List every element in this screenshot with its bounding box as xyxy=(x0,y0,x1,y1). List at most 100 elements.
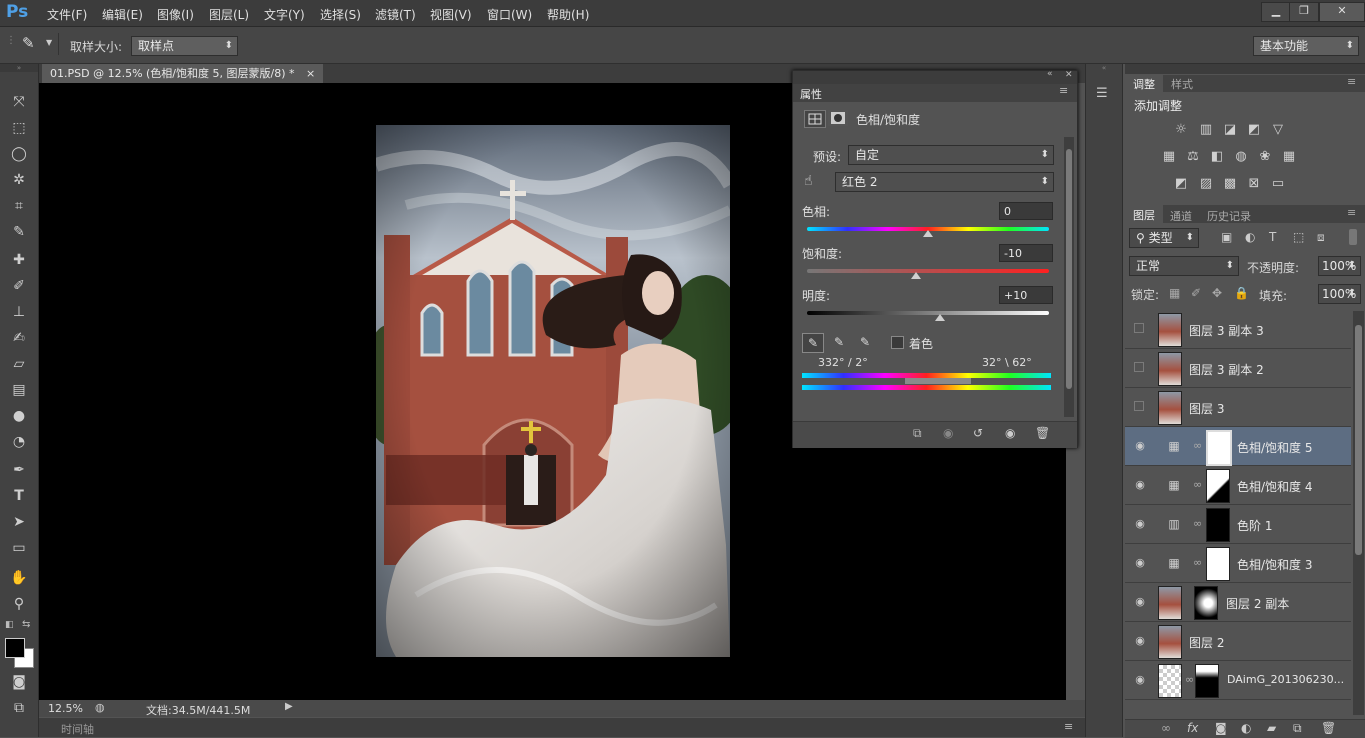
lightness-input[interactable]: +10 xyxy=(999,286,1053,304)
vibrance-icon[interactable]: ▽ xyxy=(1270,122,1286,138)
new-layer-icon[interactable]: ⧉ xyxy=(1293,721,1302,736)
photo[interactable] xyxy=(376,125,730,657)
properties-dock-icon[interactable]: ☰ xyxy=(1096,86,1114,104)
delete-icon[interactable]: 🗑 xyxy=(1035,426,1050,440)
new-group-icon[interactable]: ▰ xyxy=(1267,721,1276,735)
layer-row-selected[interactable]: ◉ ▦ ∞ 色相/饱和度 5 xyxy=(1125,427,1351,466)
eraser-tool-icon[interactable]: ▱ xyxy=(9,354,29,374)
eye-icon[interactable]: ◉ xyxy=(1133,478,1147,492)
layer-row[interactable]: ◉ ▥ ∞ 色阶 1 xyxy=(1125,505,1351,544)
brush-tool-icon[interactable]: ✐ xyxy=(9,276,29,296)
eyedropper-minus-icon[interactable]: ✎ xyxy=(855,333,875,351)
layers-scrollbar[interactable] xyxy=(1353,311,1364,715)
marquee-tool-icon[interactable]: ⬚ xyxy=(9,118,29,138)
sample-size-select[interactable]: 取样点 xyxy=(131,36,238,56)
visibility-toggle-off[interactable] xyxy=(1134,323,1144,333)
zoom-tool-icon[interactable]: ⚲ xyxy=(9,594,29,614)
filter-pixel-icon[interactable]: ▣ xyxy=(1221,230,1232,244)
filter-shape-icon[interactable]: ⬚ xyxy=(1293,230,1304,244)
layer-name[interactable]: 图层 2 副本 xyxy=(1226,595,1289,612)
gradient-map-icon[interactable]: ▭ xyxy=(1270,176,1286,192)
pen-tool-icon[interactable]: ✒ xyxy=(9,460,29,480)
menu-help[interactable]: 帮助(H) xyxy=(547,6,589,23)
lightness-slider[interactable] xyxy=(807,311,1049,315)
reset-icon[interactable]: ↺ xyxy=(973,426,983,440)
status-menu-arrow-icon[interactable]: ▶ xyxy=(285,701,293,712)
preset-select[interactable]: 自定 xyxy=(848,145,1054,165)
layer-row[interactable]: ◉ 图层 2 副本 xyxy=(1125,583,1351,622)
black-white-icon[interactable]: ◧ xyxy=(1209,149,1225,165)
hue-slider-thumb[interactable] xyxy=(923,230,933,237)
eye-icon[interactable]: ◉ xyxy=(1133,634,1147,648)
layer-name[interactable]: 图层 3 副本 2 xyxy=(1189,361,1264,378)
chain-link-icon[interactable]: ∞ xyxy=(1193,478,1202,491)
posterize-icon[interactable]: ▨ xyxy=(1198,176,1214,192)
layer-name[interactable]: 色相/饱和度 4 xyxy=(1237,478,1313,495)
hue-input[interactable]: 0 xyxy=(999,202,1053,220)
layer-name[interactable]: DAimG_201306230... xyxy=(1227,673,1344,686)
hue-saturation-icon[interactable]: ▦ xyxy=(1161,149,1177,165)
chevron-down-icon[interactable]: ▼ xyxy=(46,38,52,47)
layer-mask-thumbnail[interactable] xyxy=(1206,430,1232,466)
layer-mask-thumbnail[interactable] xyxy=(1195,664,1219,698)
mask-icon[interactable] xyxy=(828,110,848,126)
menu-layer[interactable]: 图层(L) xyxy=(209,6,249,23)
adjustment-icon[interactable] xyxy=(804,110,826,128)
saturation-input[interactable]: -10 xyxy=(999,244,1053,262)
menu-type[interactable]: 文字(Y) xyxy=(264,6,305,23)
path-selection-tool-icon[interactable]: ➤ xyxy=(9,512,29,532)
link-layers-icon[interactable]: ∞ xyxy=(1161,721,1171,735)
tab-history[interactable]: 历史记录 xyxy=(1207,208,1251,224)
move-tool-icon[interactable]: ⤧ xyxy=(9,92,29,112)
invert-icon[interactable]: ◩ xyxy=(1173,176,1189,192)
stamp-tool-icon[interactable]: ⊥ xyxy=(9,302,29,322)
history-brush-tool-icon[interactable]: ✍ xyxy=(9,328,29,348)
healing-brush-tool-icon[interactable]: ✚ xyxy=(9,250,29,270)
layer-mask-thumbnail[interactable] xyxy=(1206,469,1230,503)
lasso-tool-icon[interactable]: ◯ xyxy=(9,144,29,164)
visibility-icon[interactable]: ◉ xyxy=(1005,426,1015,440)
chain-link-icon[interactable]: ∞ xyxy=(1185,673,1194,686)
lock-position-icon[interactable]: ✥ xyxy=(1212,286,1222,300)
filter-type-icon[interactable]: T xyxy=(1269,230,1276,244)
collapse-panel-icon[interactable]: « xyxy=(1047,69,1053,79)
filter-toggle[interactable] xyxy=(1349,229,1357,245)
chain-link-icon[interactable]: ∞ xyxy=(1193,556,1202,569)
layer-row[interactable]: 图层 3 xyxy=(1125,388,1351,427)
tab-layers[interactable]: 图层 xyxy=(1125,205,1163,225)
saturation-slider-thumb[interactable] xyxy=(910,272,921,279)
add-mask-icon[interactable]: ◙ xyxy=(1215,721,1227,735)
eyedropper-tool-icon[interactable]: ✎ xyxy=(9,222,29,242)
layer-name[interactable]: 图层 2 xyxy=(1189,634,1224,651)
layer-row[interactable]: ◉ ∞ DAimG_201306230... xyxy=(1125,661,1351,700)
layer-name[interactable]: 色相/饱和度 5 xyxy=(1237,439,1313,456)
visibility-toggle-off[interactable] xyxy=(1134,401,1144,411)
menu-filter[interactable]: 滤镜(T) xyxy=(375,6,416,23)
opacity-input[interactable]: 100% xyxy=(1318,256,1361,276)
new-adjustment-icon[interactable]: ◐ xyxy=(1241,721,1251,735)
collapse-dock-icon[interactable]: « xyxy=(1086,64,1122,74)
foreground-color-swatch[interactable] xyxy=(5,638,25,658)
eye-icon[interactable]: ◉ xyxy=(1133,556,1147,570)
threshold-icon[interactable]: ▩ xyxy=(1222,176,1238,192)
layer-row[interactable]: ◉ ▦ ∞ 色相/饱和度 4 xyxy=(1125,466,1351,505)
layer-row[interactable]: 图层 3 副本 2 xyxy=(1125,349,1351,388)
share-icon[interactable]: ◍ xyxy=(95,701,105,714)
colorize-checkbox[interactable] xyxy=(891,336,904,349)
swap-colors-icon[interactable]: ⇆ xyxy=(22,619,30,630)
eye-icon[interactable]: ◉ xyxy=(1133,517,1147,531)
lock-transparent-icon[interactable]: ▦ xyxy=(1169,286,1180,300)
layer-row[interactable]: ◉ 图层 2 xyxy=(1125,622,1351,661)
tab-adjustments[interactable]: 调整 xyxy=(1125,75,1163,93)
channel-select[interactable]: 红色 2 xyxy=(835,172,1054,192)
restore-button[interactable]: ❐ xyxy=(1289,2,1319,22)
filter-smart-object-icon[interactable]: ⧈ xyxy=(1317,230,1325,245)
layer-row[interactable]: ◉ ▦ ∞ 色相/饱和度 3 xyxy=(1125,544,1351,583)
layer-row[interactable]: 图层 3 副本 3 xyxy=(1125,310,1351,349)
layer-style-icon[interactable]: fx xyxy=(1187,721,1198,735)
magic-wand-tool-icon[interactable]: ✲ xyxy=(9,170,29,190)
blend-mode-select[interactable]: 正常 xyxy=(1129,256,1239,276)
zoom-level[interactable]: 12.5% xyxy=(48,702,83,715)
properties-scrollbar[interactable] xyxy=(1064,137,1074,417)
close-button[interactable]: ✕ xyxy=(1319,2,1365,22)
